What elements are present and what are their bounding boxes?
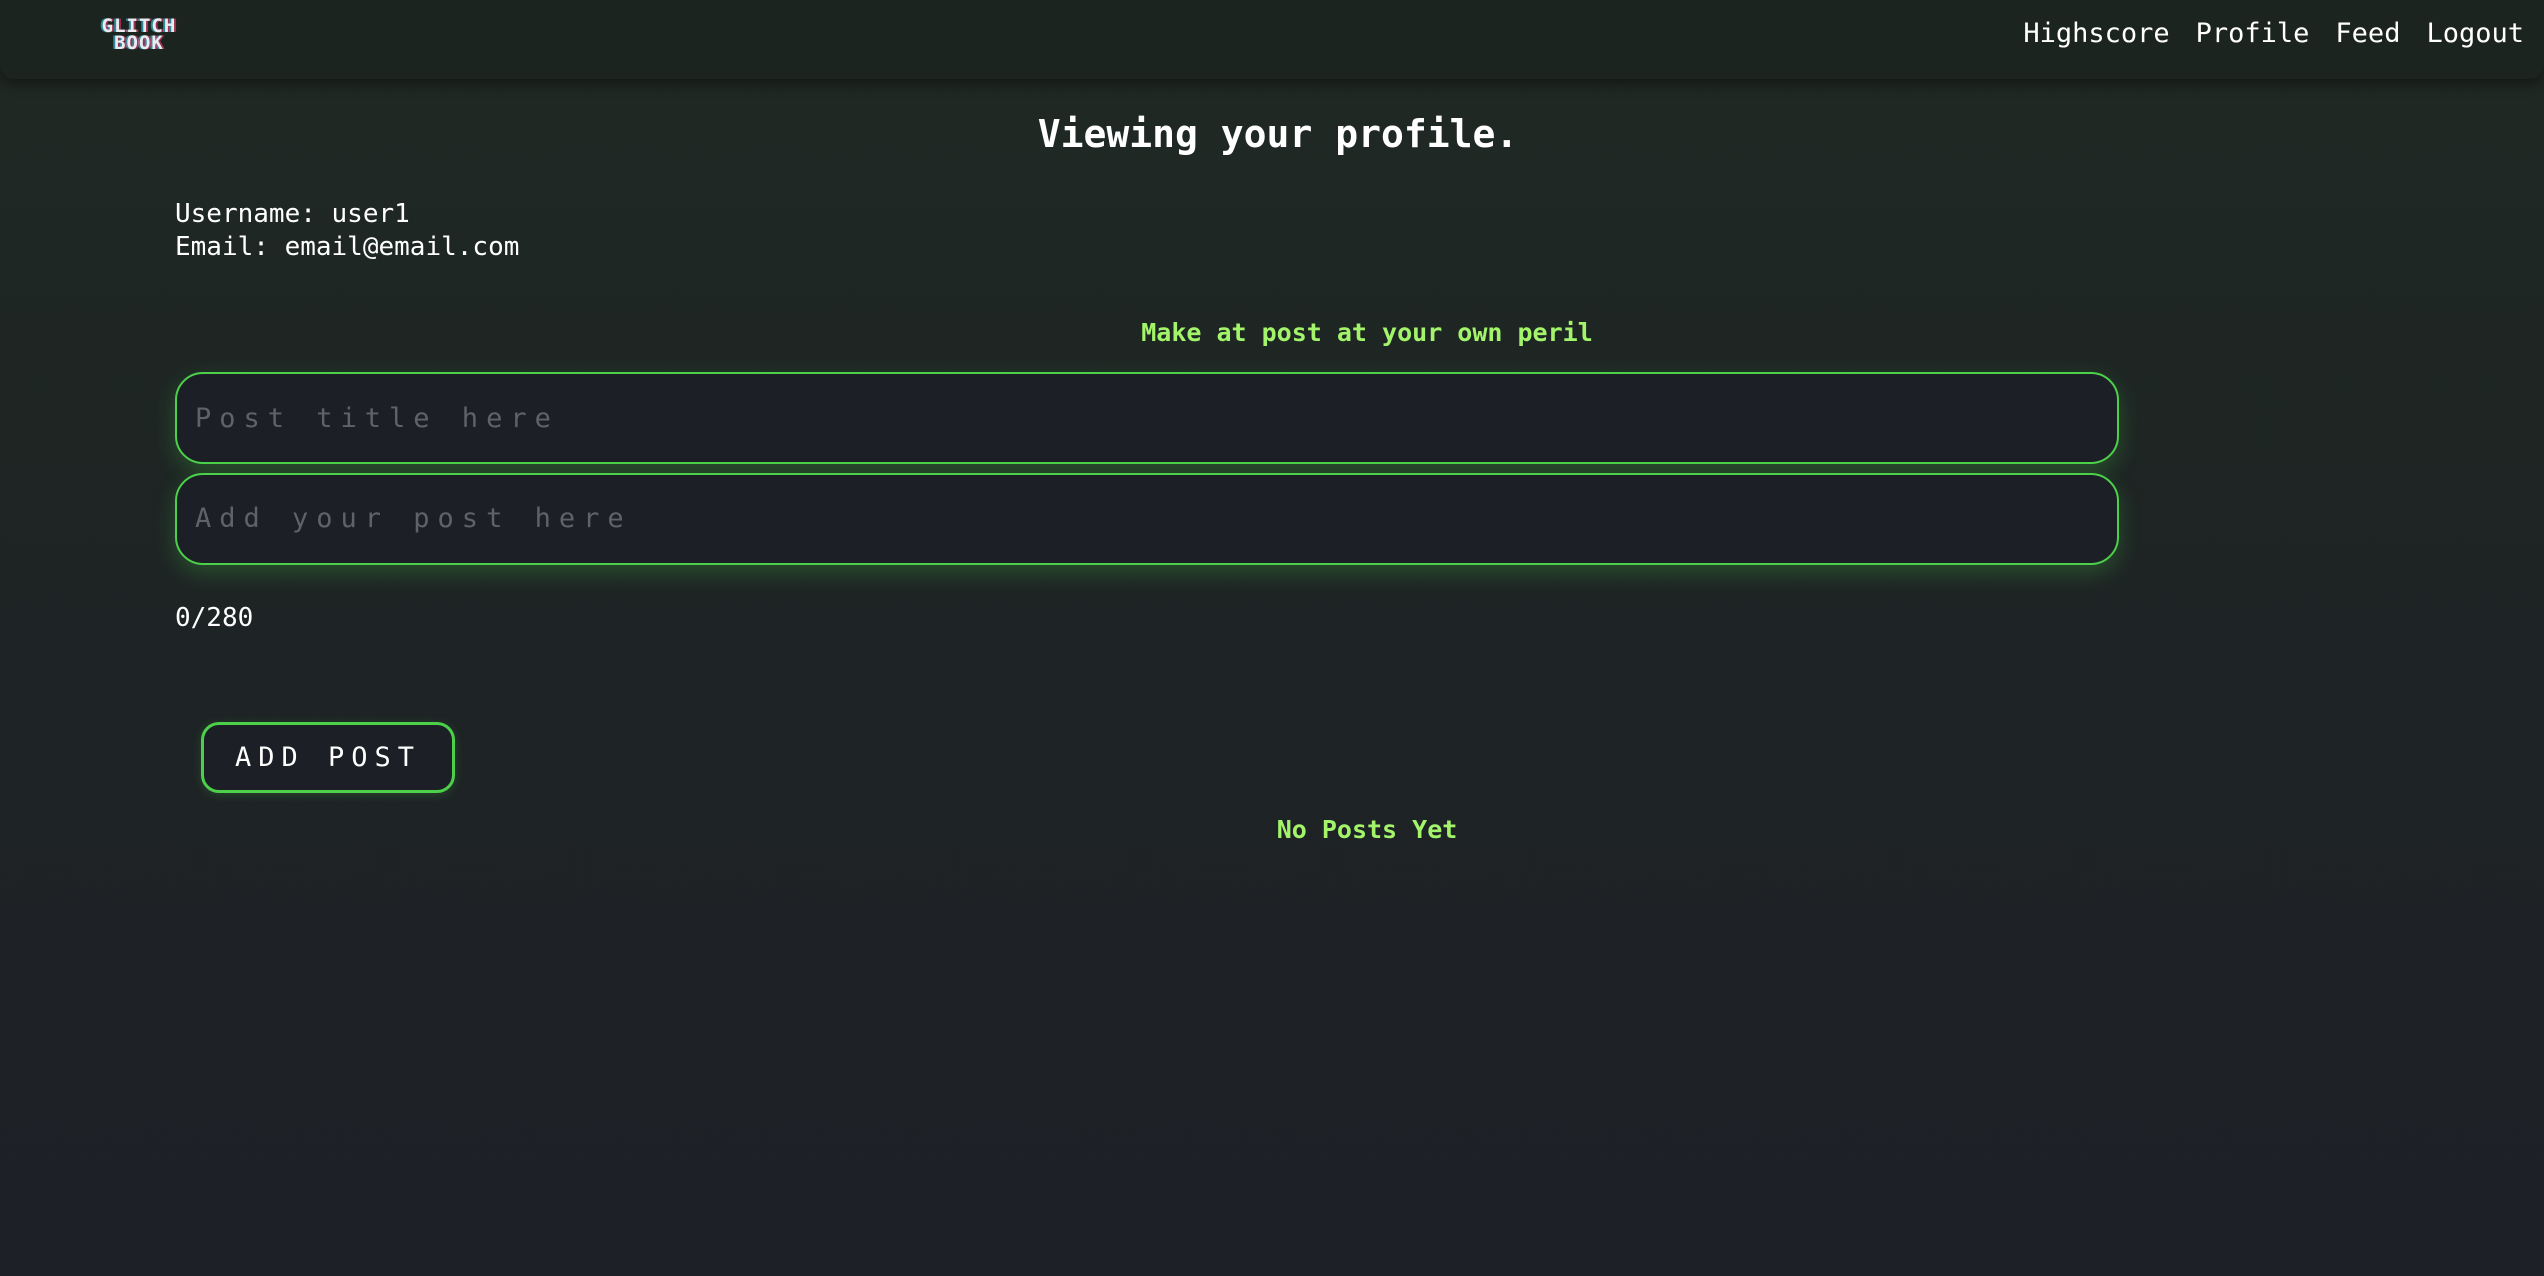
post-body-textarea[interactable]	[175, 473, 2119, 565]
page-title: Viewing your profile.	[1037, 112, 1519, 156]
post-title-input[interactable]	[175, 372, 2119, 464]
add-post-button[interactable]: ADD POST	[201, 722, 455, 793]
nav-link-logout[interactable]: Logout	[2426, 18, 2524, 49]
nav-link-profile[interactable]: Profile	[2196, 18, 2310, 49]
post-prompt: Make at post at your own peril	[1141, 318, 1593, 347]
logo-text-line2: BOOK	[114, 32, 164, 54]
nav-links: Highscore Profile Feed Logout	[2023, 18, 2524, 49]
nav-link-feed[interactable]: Feed	[2335, 18, 2400, 49]
character-counter: 0/280	[175, 603, 254, 633]
profile-info: Username: user1 Email: email@email.com	[175, 198, 519, 264]
top-navbar: GLITCH BOOK Highscore Profile Feed Logou…	[0, 0, 2544, 79]
glitchbook-logo[interactable]: GLITCH BOOK	[94, 16, 184, 54]
email-text: Email: email@email.com	[175, 232, 520, 262]
nav-link-highscore[interactable]: Highscore	[2023, 18, 2169, 49]
no-posts-message: No Posts Yet	[1276, 815, 1458, 844]
username-text: Username: user1	[175, 199, 410, 229]
